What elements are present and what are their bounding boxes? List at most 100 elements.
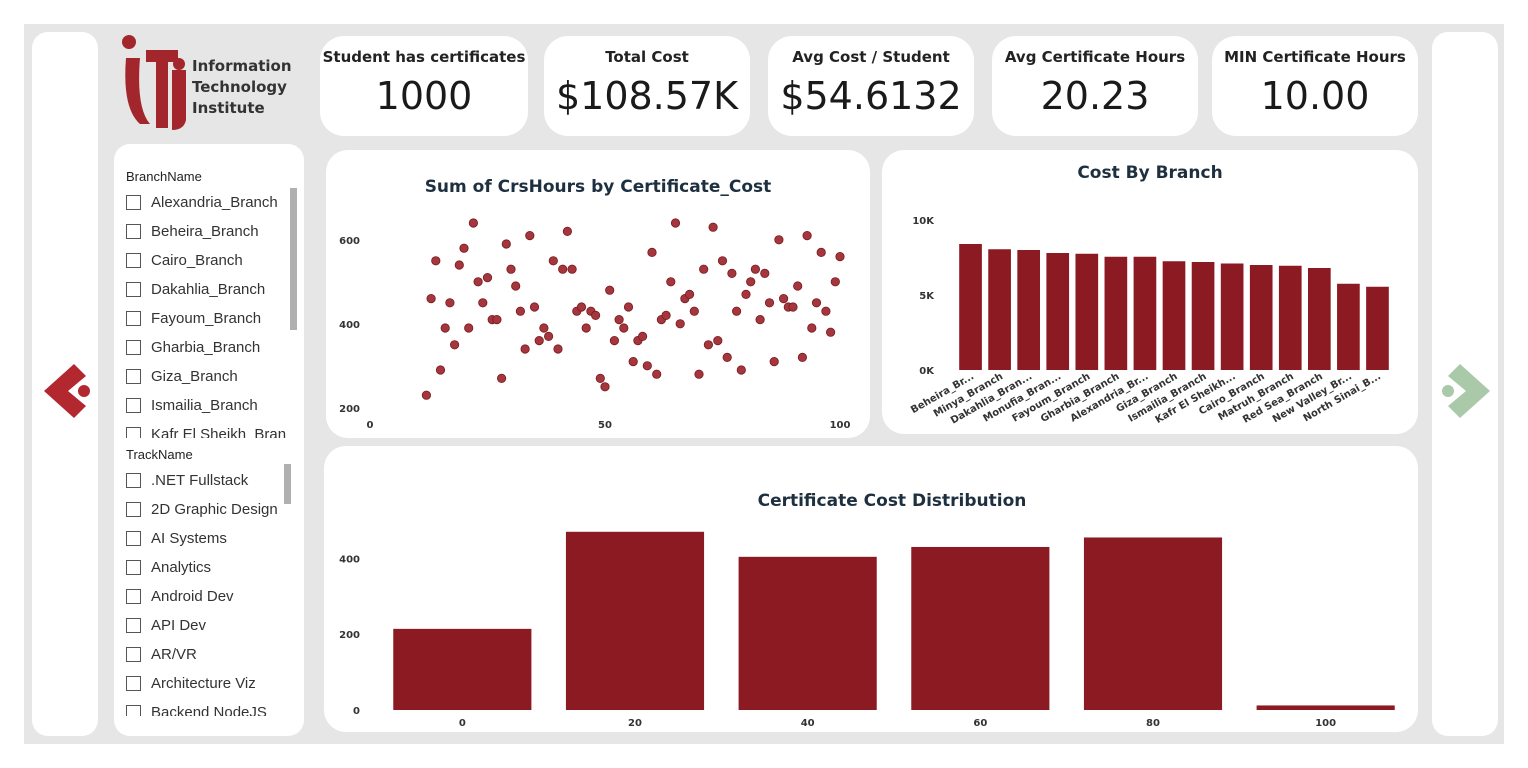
kpi-value: $54.6132 [780,74,962,118]
checkbox[interactable] [126,676,141,691]
scatter-point [764,298,775,308]
slicer-item-label: AR/VR [151,646,197,663]
slicer-item-branch[interactable]: Alexandria_Branch [126,188,298,217]
bar [1162,261,1186,370]
slicer-title: TrackName [126,447,193,462]
branch-bar-chart: Cost By Branch0K5K10KBeheira_Br...Minya_… [909,163,1389,427]
x-tick-label: 40 [801,718,815,729]
scatter-point [567,264,577,274]
slicer-item-branch[interactable]: Giza_Branch [126,362,298,391]
scatter-point [576,302,587,312]
checkbox[interactable] [126,311,141,326]
slicer-item-track[interactable]: AI Systems [126,524,298,553]
scatter-point [520,344,530,354]
x-tick-label: 50 [598,420,612,431]
slicer-item-branch[interactable]: Beheira_Branch [126,217,298,246]
track-scrollbar[interactable] [284,464,291,504]
scatter-point [797,352,807,362]
scatter-point [501,239,511,249]
checkbox[interactable] [126,282,141,297]
scatter-point [778,294,789,304]
y-tick-label: 200 [339,404,360,415]
scatter-point [473,277,483,287]
checkbox[interactable] [126,398,141,413]
slicer-item-track[interactable]: API Dev [126,611,298,640]
checkbox[interactable] [126,369,141,384]
checkbox[interactable] [126,531,141,546]
bar [959,244,982,370]
checkbox[interactable] [126,195,141,210]
chevron-right-icon[interactable] [1440,362,1494,420]
kpi-title: Total Cost [605,48,689,66]
slicer-item-branch[interactable]: Cairo_Branch [126,246,298,275]
slicer-item-label: Dakahlia_Branch [151,281,266,298]
slicer-item-track[interactable]: 2D Graphic Design [126,495,298,524]
logo-line: Institute [192,99,265,117]
x-tick-label: 20 [628,718,642,729]
checkbox[interactable] [126,589,141,604]
scatter-point [548,256,558,266]
slicer-item-track[interactable]: AR/VR [126,640,298,669]
scatter-point [529,302,540,312]
y-tick-label: 200 [339,630,360,641]
branch-chart-card: Cost By Branch 0K 5K 10K Beheira_Br... Minya_… [882,150,1418,434]
scatter-point [769,357,779,367]
scatter-point [426,294,436,304]
bar [1133,256,1157,370]
scatter-point [675,319,685,329]
checkbox[interactable] [126,340,141,355]
scatter-point [628,357,638,367]
slicer-item-branch[interactable]: Fayoum_Branch [126,304,298,333]
scatter-point [619,323,629,333]
checkbox[interactable] [126,502,141,517]
y-tick-label: 5K [919,291,935,302]
logo-line: Information [192,57,292,75]
scatter-chart: Sum of CrsHours by Certificate_Cost 200 40… [339,177,851,431]
scatter-point [746,277,756,287]
scatter-point [605,285,615,295]
kpi-title: Avg Certificate Hours [1004,48,1186,66]
scatter-point [468,218,478,228]
bar [1366,286,1389,370]
bar [1278,265,1302,370]
checkbox[interactable] [126,560,141,575]
scatter-point [421,390,432,400]
kpi-card-avg-hours: Avg Certificate Hours 20.23 [992,36,1198,136]
checkbox[interactable] [126,224,141,239]
scatter-point [661,310,671,320]
scatter-point [703,340,713,350]
scatter-point [807,323,817,333]
scatter-point [835,252,845,262]
slicer-item-branch[interactable]: Kafr El Sheikh_Bran [126,420,298,438]
checkbox[interactable] [126,253,141,268]
checkbox[interactable] [126,473,141,488]
iti-logo-mark [122,35,186,130]
kpi-value: 1000 [375,74,473,118]
scatter-point [684,289,695,299]
slicer-item-track[interactable]: Analytics [126,553,298,582]
branch-list: Alexandria_Branch Beheira_Branch Cairo_B… [126,188,298,438]
branch-scrollbar[interactable] [290,188,297,330]
slicer-item-branch[interactable]: Gharbia_Branch [126,333,298,362]
slicer-item-branch[interactable]: Dakahlia_Branch [126,275,298,304]
slicer-item-track[interactable]: Architecture Viz [126,669,298,698]
kpi-value: $108.57K [555,74,739,118]
slicer-item-track[interactable]: Backend NodeJS [126,698,298,716]
scatter-point [482,273,493,283]
slicer-item-track[interactable]: .NET Fullstack [126,466,298,495]
slicer-item-label: .NET Fullstack [151,472,249,489]
slicer-item-track[interactable]: Android Dev [126,582,298,611]
scatter-point [760,268,770,279]
chevron-left-icon[interactable] [40,362,94,420]
bar [1337,283,1360,370]
scatter-point [511,281,521,291]
checkbox[interactable] [126,647,141,662]
checkbox[interactable] [126,618,141,633]
x-tick-label: 100 [830,420,851,431]
scatter-point [435,365,446,375]
slicer-item-branch[interactable]: Ismailia_Branch [126,391,298,420]
scatter-point [670,218,681,228]
checkbox[interactable] [126,705,141,716]
checkbox[interactable] [126,427,141,438]
bar [911,546,1050,710]
